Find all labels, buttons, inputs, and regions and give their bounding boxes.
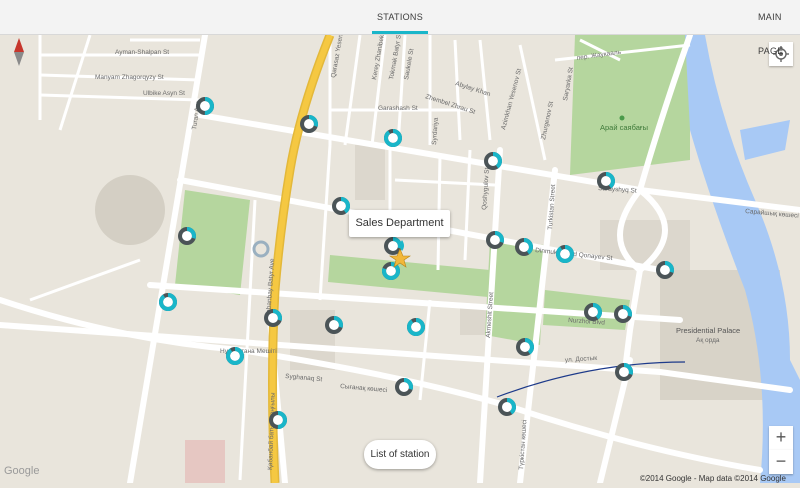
label-manyam: Manyam Zhagorqyzy St xyxy=(95,74,164,81)
park-pin-icon xyxy=(619,115,625,121)
label-ayman-shalpan: Ayman-Shalpan St xyxy=(115,49,169,56)
google-logo: Google xyxy=(4,465,40,477)
label-garashash: Garashash St xyxy=(378,105,418,112)
label-arai: Арай саябағы xyxy=(600,123,648,132)
label-presidential: Presidential Palace xyxy=(676,326,740,335)
tab-main-page[interactable]: MAIN PAGE xyxy=(758,0,800,56)
label-ulbike: Ulbike Asyn St xyxy=(143,90,185,97)
zoom-out-button[interactable]: − xyxy=(769,450,793,474)
map-attribution: ©2014 Google - Map data ©2014 Google xyxy=(639,474,786,483)
north-arrow-icon[interactable] xyxy=(13,38,25,71)
station-callout[interactable]: Sales Department xyxy=(349,210,450,237)
list-of-station-button[interactable]: List of station xyxy=(364,440,436,469)
top-tab-bar: STATIONS MAIN PAGE xyxy=(0,0,800,56)
tab-stations[interactable]: STATIONS xyxy=(372,0,428,34)
label-akorda: Ақ орда xyxy=(696,337,720,344)
map-view[interactable]: Ayman-Shalpan St Manyam Zhagorqyzy St Ul… xyxy=(0,18,800,486)
pink-block xyxy=(185,440,225,483)
zoom-in-button[interactable]: + xyxy=(769,426,793,450)
